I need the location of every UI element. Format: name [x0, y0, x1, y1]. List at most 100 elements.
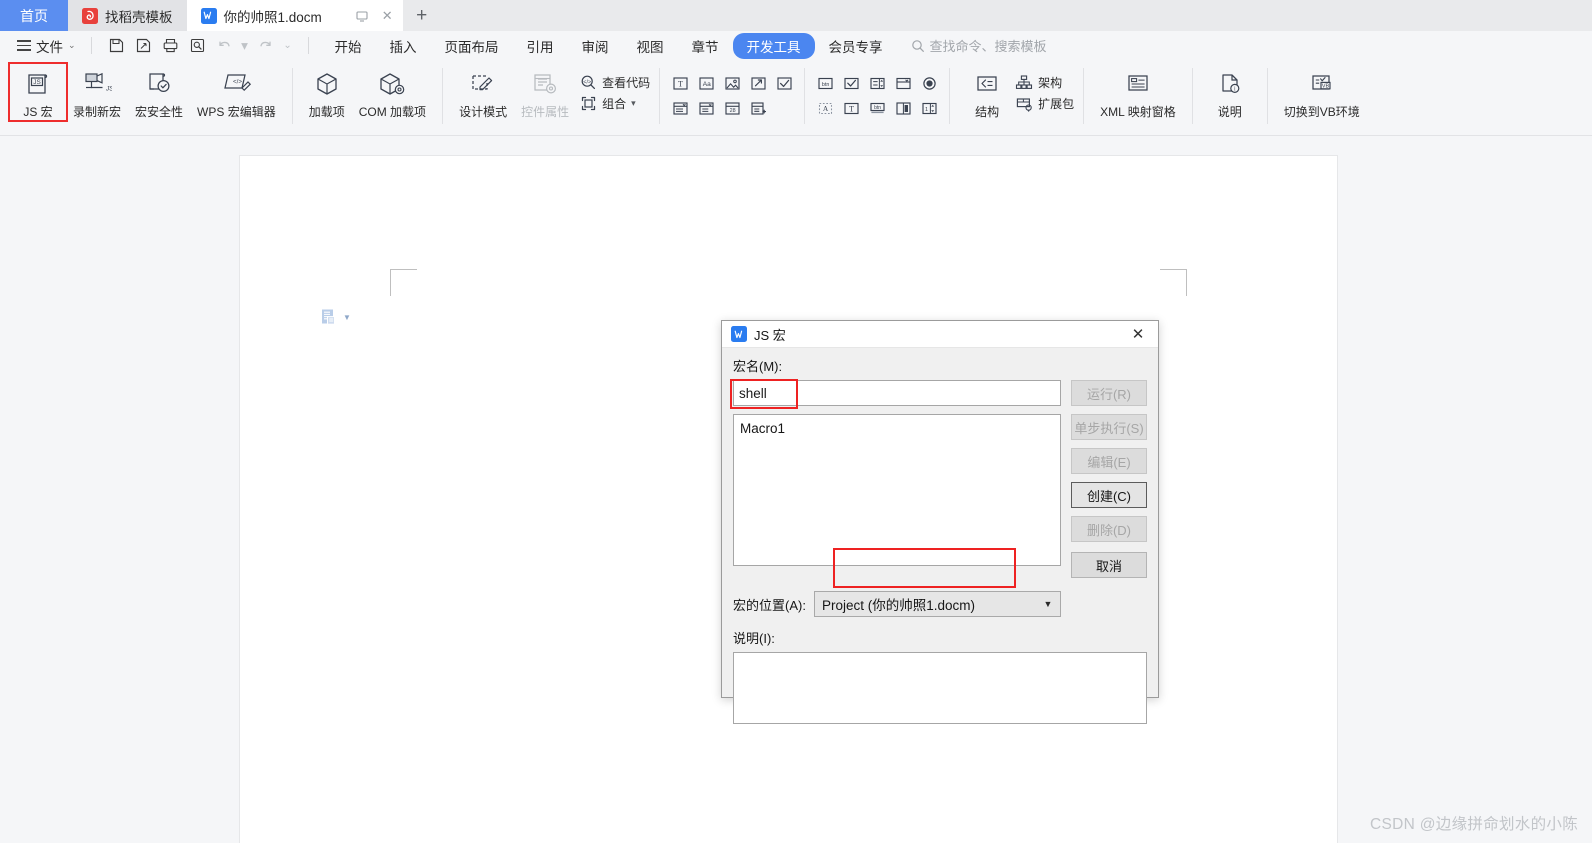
create-button[interactable]: 创建(C) — [1071, 482, 1147, 508]
macro-list[interactable]: Macro1 — [733, 414, 1061, 566]
search-icon — [911, 39, 924, 52]
schema-button[interactable]: 架构 — [1015, 74, 1074, 91]
view-code-icon: </> — [580, 74, 597, 91]
delete-button[interactable]: 删除(D) — [1071, 516, 1147, 542]
xml-mapping-pane-button[interactable]: XML 映射窗格 — [1093, 64, 1183, 120]
close-icon[interactable]: ✕ — [1124, 322, 1152, 347]
js-macro-button[interactable]: JS JS 宏 — [8, 62, 68, 122]
record-macro-button[interactable]: JS 录制新宏 — [66, 64, 128, 120]
divider — [949, 68, 951, 124]
control-properties-button[interactable]: 控件属性 — [514, 64, 576, 120]
js-macro-label: JS 宏 — [23, 105, 53, 119]
ribbon-tab-start[interactable]: 开始 — [321, 33, 376, 59]
edit-button[interactable]: 编辑(E) — [1071, 448, 1147, 474]
rich-text-control-icon[interactable]: Aa — [695, 72, 717, 94]
step-button[interactable]: 单步执行(S) — [1071, 414, 1147, 440]
option-button-control-icon[interactable] — [918, 72, 940, 94]
checkbox-control-icon[interactable] — [773, 72, 795, 94]
tab-find-template[interactable]: 找稻壳模板 — [68, 0, 187, 31]
save-as-icon[interactable] — [131, 34, 156, 57]
ribbon-tab-sections[interactable]: 章节 — [678, 33, 733, 59]
run-button[interactable]: 运行(R) — [1071, 380, 1147, 406]
ribbon-group-addins: 加载项 COM 加载项 — [302, 64, 433, 132]
print-icon[interactable] — [158, 34, 183, 57]
macro-location-select[interactable]: Project (你的帅照1.docm) ▼ — [813, 591, 1061, 617]
dialog-title-bar[interactable]: JS 宏 ✕ — [722, 321, 1158, 348]
list-item[interactable]: Macro1 — [740, 420, 1054, 437]
chevron-down-icon: ▾ — [631, 98, 636, 108]
command-search[interactable]: 查找命令、搜索模板 — [911, 36, 1047, 55]
listbox-control-icon[interactable]: 1 — [918, 97, 940, 119]
controls-stacked-commands: </> 查看代码 组合 ▾ — [580, 64, 650, 112]
undo-icon[interactable] — [212, 34, 237, 57]
ribbon-tab-insert[interactable]: 插入 — [376, 33, 431, 59]
switch-to-vb-label: 切换到VB环境 — [1283, 105, 1360, 119]
ribbon-tab-member[interactable]: 会员专享 — [815, 33, 897, 59]
group-button[interactable]: 组合 ▾ — [580, 95, 650, 112]
cancel-button[interactable]: 取消 — [1071, 552, 1147, 578]
redo-icon[interactable] — [253, 34, 278, 57]
group-label: 组合 — [602, 97, 627, 111]
ribbon-tab-developer[interactable]: 开发工具 — [732, 32, 815, 59]
control-properties-label: 控件属性 — [521, 105, 570, 119]
print-preview-icon[interactable] — [185, 34, 210, 57]
design-mode-button[interactable]: 设计模式 — [452, 64, 514, 120]
paste-options-icon[interactable]: ▼ — [320, 308, 351, 326]
command-button-control-icon[interactable]: btn — [814, 72, 836, 94]
macro-security-icon — [144, 69, 174, 99]
textbox-control-icon[interactable]: T — [840, 97, 862, 119]
chevron-down-icon[interactable]: ▼ — [343, 313, 351, 322]
description-label: 说明 — [1217, 105, 1242, 119]
com-addins-button[interactable]: COM 加载项 — [352, 64, 433, 120]
switch-to-vb-icon: VB — [1308, 69, 1336, 99]
combo-box-control-icon[interactable] — [669, 97, 691, 119]
svg-text:28: 28 — [729, 108, 735, 114]
ribbon-group-description: i 说明 — [1202, 64, 1258, 132]
ribbon-tab-view[interactable]: 视图 — [623, 33, 678, 59]
design-mode-label: 设计模式 — [459, 105, 508, 119]
label-control-icon[interactable]: A — [814, 97, 836, 119]
combobox-activex-icon[interactable] — [892, 72, 914, 94]
description-textarea[interactable] — [733, 652, 1147, 724]
view-code-button[interactable]: </> 查看代码 — [580, 74, 650, 91]
tab-home[interactable]: 首页 — [0, 0, 68, 31]
chevron-down-icon[interactable]: ▼ — [1036, 592, 1060, 616]
macro-name-input[interactable] — [733, 380, 1061, 406]
scrollbar-control-icon[interactable] — [892, 97, 914, 119]
picture-control-icon[interactable] — [721, 72, 743, 94]
structure-button[interactable]: 结构 — [959, 64, 1015, 120]
svg-text:</>: </> — [233, 79, 242, 86]
customize-qat-icon[interactable]: ⌄ — [280, 34, 296, 57]
dialog-main-row: Macro1 运行(R) 单步执行(S) 编辑(E) 创建(C) 删除(D) 取… — [733, 380, 1147, 578]
save-icon[interactable] — [104, 34, 129, 57]
ribbon-tab-page-layout[interactable]: 页面布局 — [431, 33, 513, 59]
addins-button[interactable]: 加载项 — [302, 64, 352, 120]
wps-macro-editor-button[interactable]: </> WPS 宏编辑器 — [190, 64, 283, 120]
description-button[interactable]: i 说明 — [1202, 64, 1258, 120]
undo-dropdown-icon[interactable]: ▾ — [239, 34, 251, 57]
repeating-section-control-icon[interactable] — [747, 97, 769, 119]
macro-security-button[interactable]: 宏安全性 — [128, 64, 190, 120]
dropdown-list-control-icon[interactable] — [695, 97, 717, 119]
menu-bar: 文件 ⌄ ▾ ⌄ 开始 插入 页面布局 引用 审阅 视图 章节 开发工具 会员专… — [0, 31, 1592, 60]
text-content-control-icon[interactable]: T — [669, 72, 691, 94]
switch-to-vb-button[interactable]: VB 切换到VB环境 — [1277, 64, 1367, 120]
js-macro-dialog: JS 宏 ✕ 宏名(M): Macro1 运行(R) 单步执行(S) 编辑(E)… — [721, 320, 1159, 724]
ribbon-tab-references[interactable]: 引用 — [513, 33, 568, 59]
tab-window-restore-icon[interactable] — [355, 9, 369, 23]
spin-button-control-icon[interactable] — [866, 72, 888, 94]
svg-text:1: 1 — [925, 107, 928, 113]
new-tab-button[interactable]: + — [402, 0, 441, 31]
date-picker-control-icon[interactable]: 28 — [721, 97, 743, 119]
expansion-pack-button[interactable]: 扩展包 — [1015, 95, 1074, 112]
toggle-button-control-icon[interactable]: btn — [866, 97, 888, 119]
activex-checkbox-icon[interactable] — [840, 72, 862, 94]
building-block-control-icon[interactable] — [747, 72, 769, 94]
svg-text:btn: btn — [822, 82, 829, 88]
file-menu-button[interactable]: 文件 ⌄ — [10, 34, 83, 57]
ribbon-tab-review[interactable]: 审阅 — [568, 33, 623, 59]
structure-icon — [974, 69, 1000, 99]
tab-document[interactable]: 你的帅照1.docm ✕ — [186, 0, 403, 31]
tab-close-icon[interactable]: ✕ — [382, 9, 393, 22]
addins-cube-icon — [313, 69, 341, 99]
